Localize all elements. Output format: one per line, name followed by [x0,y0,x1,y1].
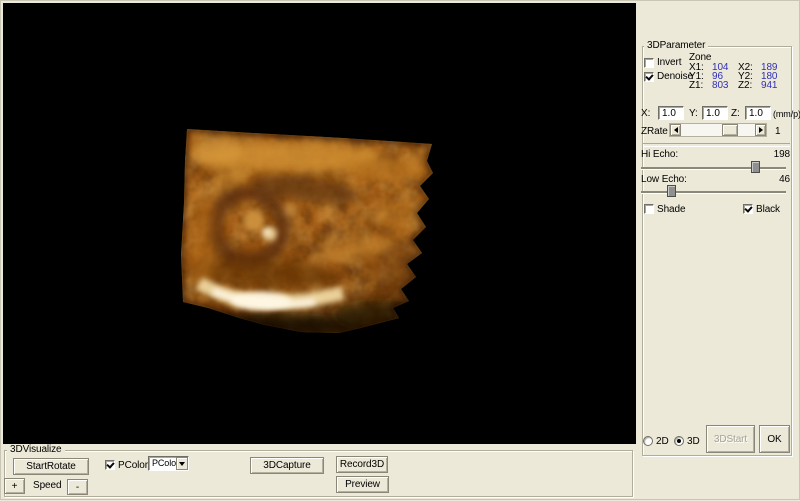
x-scale-input[interactable] [658,106,684,120]
visualize-panel: 3DVisualize StartRotate PColor PColor + … [1,444,636,501]
speed-label: Speed [33,481,61,491]
render-viewport[interactable] [3,3,636,444]
speed-plus-button[interactable]: + [4,478,25,494]
zrate-scrollbar[interactable] [669,123,767,137]
z-scale-label: Z: [731,109,740,119]
low-echo-value: 46 [761,175,790,185]
shade-checkbox[interactable] [644,204,654,214]
scale-unit-label: (mm/p) [773,109,800,119]
invert-checkbox[interactable] [644,58,654,68]
low-echo-label: Low Echo: [641,175,687,185]
speed-minus-button[interactable]: - [67,479,88,495]
y-scale-input[interactable] [702,106,728,120]
chevron-down-icon [179,462,185,469]
capture3d-button[interactable]: 3DCapture [250,457,324,474]
preview-button[interactable]: Preview [336,476,389,493]
pcolor-checkbox-label: PColor [118,461,148,471]
black-checkbox[interactable] [743,204,753,214]
hi-echo-slider-track[interactable] [641,167,786,170]
zone-z2-label: Z2: [738,81,752,91]
parameter-panel: 3DParameter Invert Denoise Zone X1: 104 … [636,1,800,501]
pcolor-checkbox[interactable] [105,460,115,470]
z-scale-input[interactable] [745,106,771,120]
zone-z1-value: 803 [712,81,728,91]
x-scale-label: X: [641,109,650,119]
pcolor-dropdown[interactable]: PColor [148,456,189,471]
scroll-left-icon [671,127,678,133]
mode-3d-radio[interactable] [674,436,684,446]
start3d-button[interactable]: 3DStart [706,425,755,453]
zrate-scroll-right-button[interactable] [755,124,766,136]
zone-row-z: Z1: 803 Z2: 941 [689,81,703,91]
mode-2d-label: 2D [656,437,669,447]
zrate-value: 1 [775,127,780,137]
application-window: 3DParameter Invert Denoise Zone X1: 104 … [0,0,800,500]
pcolor-dropdown-value: PColor [152,458,179,468]
start-rotate-button[interactable]: StartRotate [13,458,89,475]
hi-echo-label: Hi Echo: [641,150,678,160]
pcolor-dropdown-button[interactable] [176,457,188,470]
zrate-label: ZRate [641,127,668,137]
black-label: Black [756,205,780,215]
ultrasound-3d-render [3,3,636,444]
scroll-right-icon [759,127,766,133]
hi-echo-slider-thumb[interactable] [751,161,760,173]
parameter-group-title: 3DParameter [644,40,708,51]
zrate-scroll-left-button[interactable] [670,124,681,136]
ok-button[interactable]: OK [759,425,790,453]
invert-label: Invert [657,58,681,68]
hi-echo-value: 198 [761,150,790,160]
denoise-checkbox[interactable] [644,72,654,82]
zrate-scroll-thumb[interactable] [722,124,738,136]
zone-z2-value: 941 [761,81,777,91]
denoise-label: Denoise [657,72,693,82]
record3d-button[interactable]: Record3D [336,456,388,473]
visualize-group-title: 3DVisualize [7,444,65,455]
mode-3d-label: 3D [687,437,700,447]
mode-2d-radio[interactable] [643,436,653,446]
shade-label: Shade [657,205,685,215]
zone-z1-label: Z1: [689,80,703,91]
y-scale-label: Y: [689,109,698,119]
low-echo-slider-thumb[interactable] [667,185,676,197]
separator [643,143,790,147]
low-echo-slider-track[interactable] [641,191,786,194]
